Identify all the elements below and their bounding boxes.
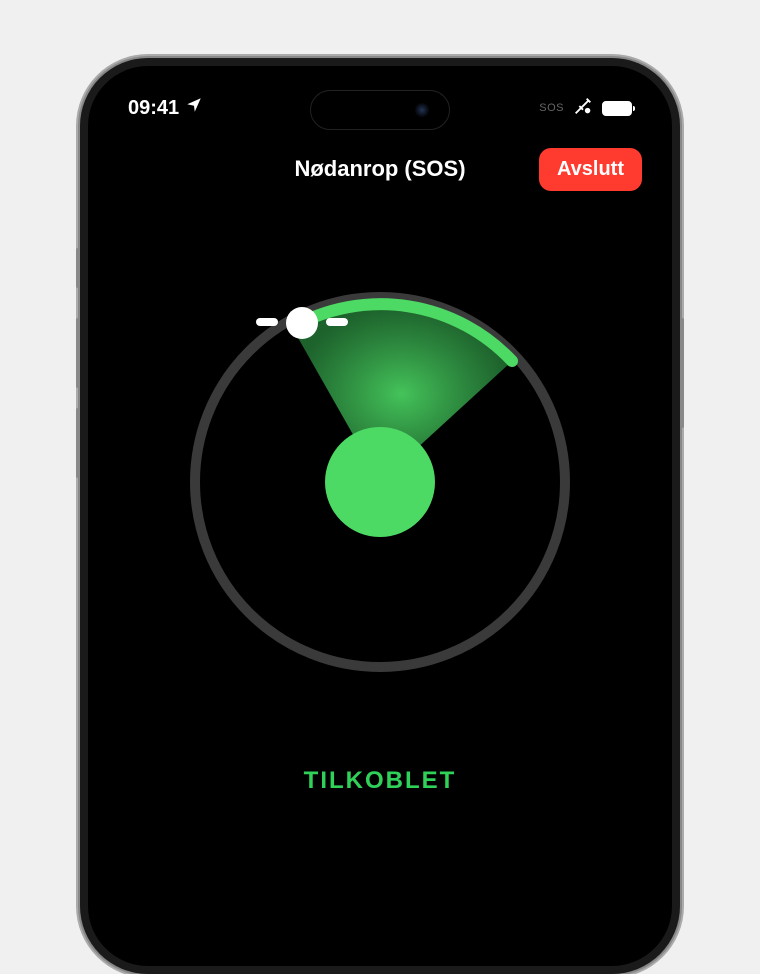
phone-screen: 09:41 SOS Nødanrop (SOS) xyxy=(88,66,672,966)
radar-container xyxy=(88,292,672,672)
satellite-radar xyxy=(190,292,570,672)
header: Nødanrop (SOS) Avslutt xyxy=(88,126,672,192)
pointer-tick-right xyxy=(326,318,348,326)
sos-indicator: SOS xyxy=(539,102,564,114)
location-icon xyxy=(185,96,203,120)
page-title: Nødanrop (SOS) xyxy=(294,156,465,182)
dynamic-island xyxy=(310,90,450,130)
mute-switch[interactable] xyxy=(76,248,80,288)
front-camera xyxy=(413,101,431,119)
pointer-tick-left xyxy=(256,318,278,326)
side-buttons-right xyxy=(680,318,684,428)
connection-status: TILKOBLET xyxy=(88,767,672,795)
radar-center-dot xyxy=(325,427,435,537)
volume-up-button[interactable] xyxy=(76,318,80,388)
status-bar-right: SOS xyxy=(539,95,632,122)
side-buttons-left xyxy=(76,248,80,498)
battery-icon xyxy=(602,101,632,116)
satellite-pointer-dot xyxy=(286,307,318,339)
satellite-icon xyxy=(572,95,594,122)
volume-down-button[interactable] xyxy=(76,408,80,478)
end-button[interactable]: Avslutt xyxy=(539,148,642,191)
power-button[interactable] xyxy=(680,318,684,428)
phone-frame: 09:41 SOS Nødanrop (SOS) xyxy=(80,58,680,974)
status-bar-left: 09:41 xyxy=(128,96,203,120)
status-time: 09:41 xyxy=(128,97,179,120)
battery-fill xyxy=(603,102,631,115)
